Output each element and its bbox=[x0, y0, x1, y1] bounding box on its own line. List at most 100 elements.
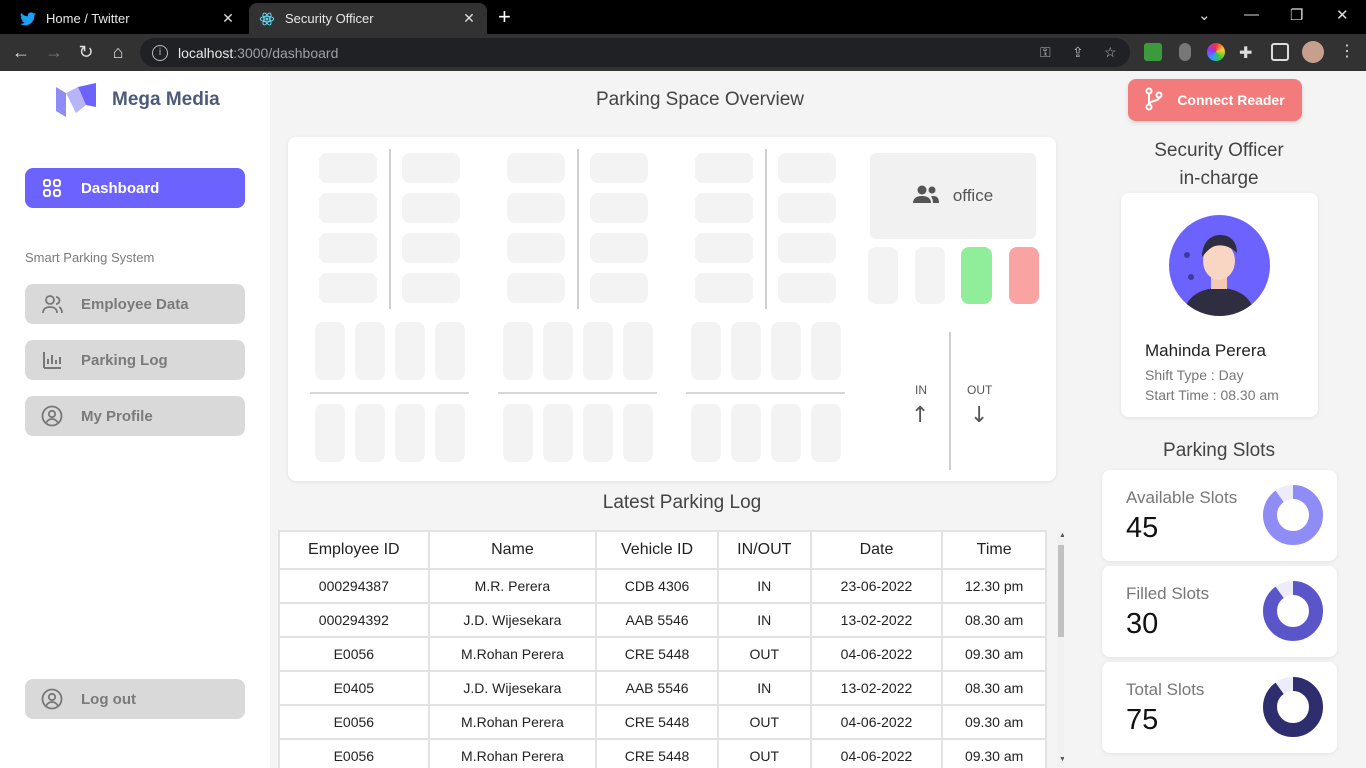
parking-slot[interactable] bbox=[395, 404, 425, 462]
table-cell: CDB 4306 bbox=[595, 568, 719, 604]
parking-slot[interactable] bbox=[507, 193, 565, 223]
parking-slot[interactable] bbox=[319, 193, 377, 223]
restore-icon[interactable]: ❐ bbox=[1290, 6, 1303, 24]
parking-slot[interactable] bbox=[543, 322, 573, 380]
parking-slot-occupied[interactable] bbox=[1009, 247, 1039, 304]
scroll-down-icon[interactable]: ▼ bbox=[1058, 756, 1064, 763]
sidebar-item-employee-data[interactable]: Employee Data bbox=[25, 284, 245, 324]
parking-slot[interactable] bbox=[695, 153, 753, 183]
close-icon[interactable]: ✕ bbox=[220, 10, 236, 27]
avatar[interactable] bbox=[1302, 41, 1324, 63]
sidebar-item-my-profile[interactable]: My Profile bbox=[25, 396, 245, 436]
parking-slot[interactable] bbox=[315, 404, 345, 462]
parking-slot[interactable] bbox=[691, 322, 721, 380]
page-title: Parking Space Overview bbox=[595, 89, 805, 110]
parking-slot[interactable] bbox=[731, 404, 761, 462]
extension-icon[interactable] bbox=[1207, 43, 1225, 61]
table-row: E0056 M.Rohan Perera CRE 5448 OUT 04-06-… bbox=[278, 636, 1047, 672]
parking-slot[interactable] bbox=[695, 193, 753, 223]
parking-slot[interactable] bbox=[402, 153, 460, 183]
tab-security-officer[interactable]: Security Officer ✕ bbox=[249, 3, 487, 34]
sidebar-item-dashboard[interactable]: Dashboard bbox=[25, 168, 245, 208]
parking-slot[interactable] bbox=[778, 193, 836, 223]
react-icon bbox=[259, 11, 275, 27]
parking-slot[interactable] bbox=[771, 322, 801, 380]
parking-slot[interactable] bbox=[395, 322, 425, 380]
table-cell: 23-06-2022 bbox=[809, 568, 944, 604]
parking-slot[interactable] bbox=[695, 273, 753, 303]
shift-type: Shift Type : Day bbox=[1145, 367, 1244, 383]
parking-slot[interactable] bbox=[435, 404, 465, 462]
chevron-down-icon[interactable]: ⌄ bbox=[1198, 6, 1211, 24]
row-divider bbox=[686, 392, 845, 394]
brand-logo[interactable]: Mega Media bbox=[56, 83, 220, 117]
info-icon[interactable]: i bbox=[152, 44, 168, 61]
back-icon[interactable]: ← bbox=[10, 41, 32, 63]
parking-slot[interactable] bbox=[778, 233, 836, 263]
parking-slot[interactable] bbox=[355, 404, 385, 462]
minimize-icon[interactable]: — bbox=[1244, 6, 1259, 23]
sidebar-item-parking-log[interactable]: Parking Log bbox=[25, 340, 245, 380]
parking-slot[interactable] bbox=[319, 273, 377, 303]
address-bar[interactable]: i localhost:3000/dashboard ⚿ ⇪ ☆ bbox=[140, 38, 1130, 67]
parking-slot[interactable] bbox=[583, 322, 613, 380]
parking-slot[interactable] bbox=[583, 404, 613, 462]
kebab-menu-icon[interactable]: ⋮ bbox=[1336, 41, 1358, 63]
connect-reader-button[interactable]: Connect Reader bbox=[1128, 79, 1302, 121]
parking-slot[interactable] bbox=[402, 193, 460, 223]
key-icon[interactable]: ⚿ bbox=[1040, 44, 1051, 61]
parking-slot[interactable] bbox=[691, 404, 721, 462]
parking-slot[interactable] bbox=[435, 322, 465, 380]
home-icon[interactable]: ⌂ bbox=[107, 41, 129, 63]
parking-slot[interactable] bbox=[507, 233, 565, 263]
parking-slot[interactable] bbox=[731, 322, 761, 380]
parking-slot[interactable] bbox=[771, 404, 801, 462]
parking-slot[interactable] bbox=[778, 153, 836, 183]
parking-slot[interactable] bbox=[402, 273, 460, 303]
scroll-up-icon[interactable]: ▲ bbox=[1058, 532, 1064, 539]
table-cell: 000294387 bbox=[278, 568, 430, 604]
parking-slot[interactable] bbox=[355, 322, 385, 380]
parking-slot[interactable] bbox=[319, 233, 377, 263]
puzzle-icon[interactable]: ✚ bbox=[1239, 43, 1257, 62]
parking-slot[interactable] bbox=[315, 322, 345, 380]
parking-slot[interactable] bbox=[695, 233, 753, 263]
parking-slot[interactable] bbox=[868, 247, 898, 304]
forward-icon[interactable]: → bbox=[43, 41, 65, 63]
logout-button[interactable]: Log out bbox=[25, 679, 245, 719]
extension-icon[interactable] bbox=[1179, 43, 1191, 61]
parking-slot-free[interactable] bbox=[961, 247, 992, 304]
reload-icon[interactable]: ↻ bbox=[75, 41, 97, 63]
parking-slot[interactable] bbox=[778, 273, 836, 303]
parking-slot[interactable] bbox=[590, 153, 648, 183]
share-icon[interactable]: ⇪ bbox=[1072, 44, 1084, 61]
parking-slot[interactable] bbox=[811, 404, 841, 462]
parking-slot[interactable] bbox=[623, 404, 653, 462]
table-cell: AAB 5546 bbox=[595, 602, 719, 638]
parking-slot[interactable] bbox=[507, 153, 565, 183]
new-tab-icon[interactable]: + bbox=[498, 6, 511, 28]
parking-slot[interactable] bbox=[507, 273, 565, 303]
parking-slot[interactable] bbox=[623, 322, 653, 380]
parking-slot[interactable] bbox=[811, 322, 841, 380]
scroll-thumb[interactable] bbox=[1058, 545, 1064, 637]
star-icon[interactable]: ☆ bbox=[1104, 44, 1117, 61]
tab-twitter[interactable]: Home / Twitter ✕ bbox=[10, 3, 246, 34]
sidebar-item-label: Parking Log bbox=[81, 351, 168, 369]
parking-slot[interactable] bbox=[503, 404, 533, 462]
parking-slot[interactable] bbox=[590, 233, 648, 263]
parking-slot[interactable] bbox=[503, 322, 533, 380]
close-icon[interactable]: ✕ bbox=[461, 10, 477, 27]
parking-slot[interactable] bbox=[590, 273, 648, 303]
officer-title-line1: Security Officer bbox=[1154, 140, 1284, 161]
parking-slot[interactable] bbox=[402, 233, 460, 263]
parking-slot[interactable] bbox=[590, 193, 648, 223]
parking-slot[interactable] bbox=[543, 404, 573, 462]
sidebar-icon[interactable] bbox=[1271, 43, 1289, 61]
table-row: E0056 M.Rohan Perera CRE 5448 OUT 04-06-… bbox=[278, 704, 1047, 740]
extension-icon[interactable] bbox=[1144, 43, 1162, 61]
table-scrollbar[interactable]: ▲ ▼ bbox=[1057, 530, 1064, 768]
parking-slot[interactable] bbox=[915, 247, 945, 304]
parking-slot[interactable] bbox=[319, 153, 377, 183]
window-close-icon[interactable]: ✕ bbox=[1336, 6, 1349, 24]
